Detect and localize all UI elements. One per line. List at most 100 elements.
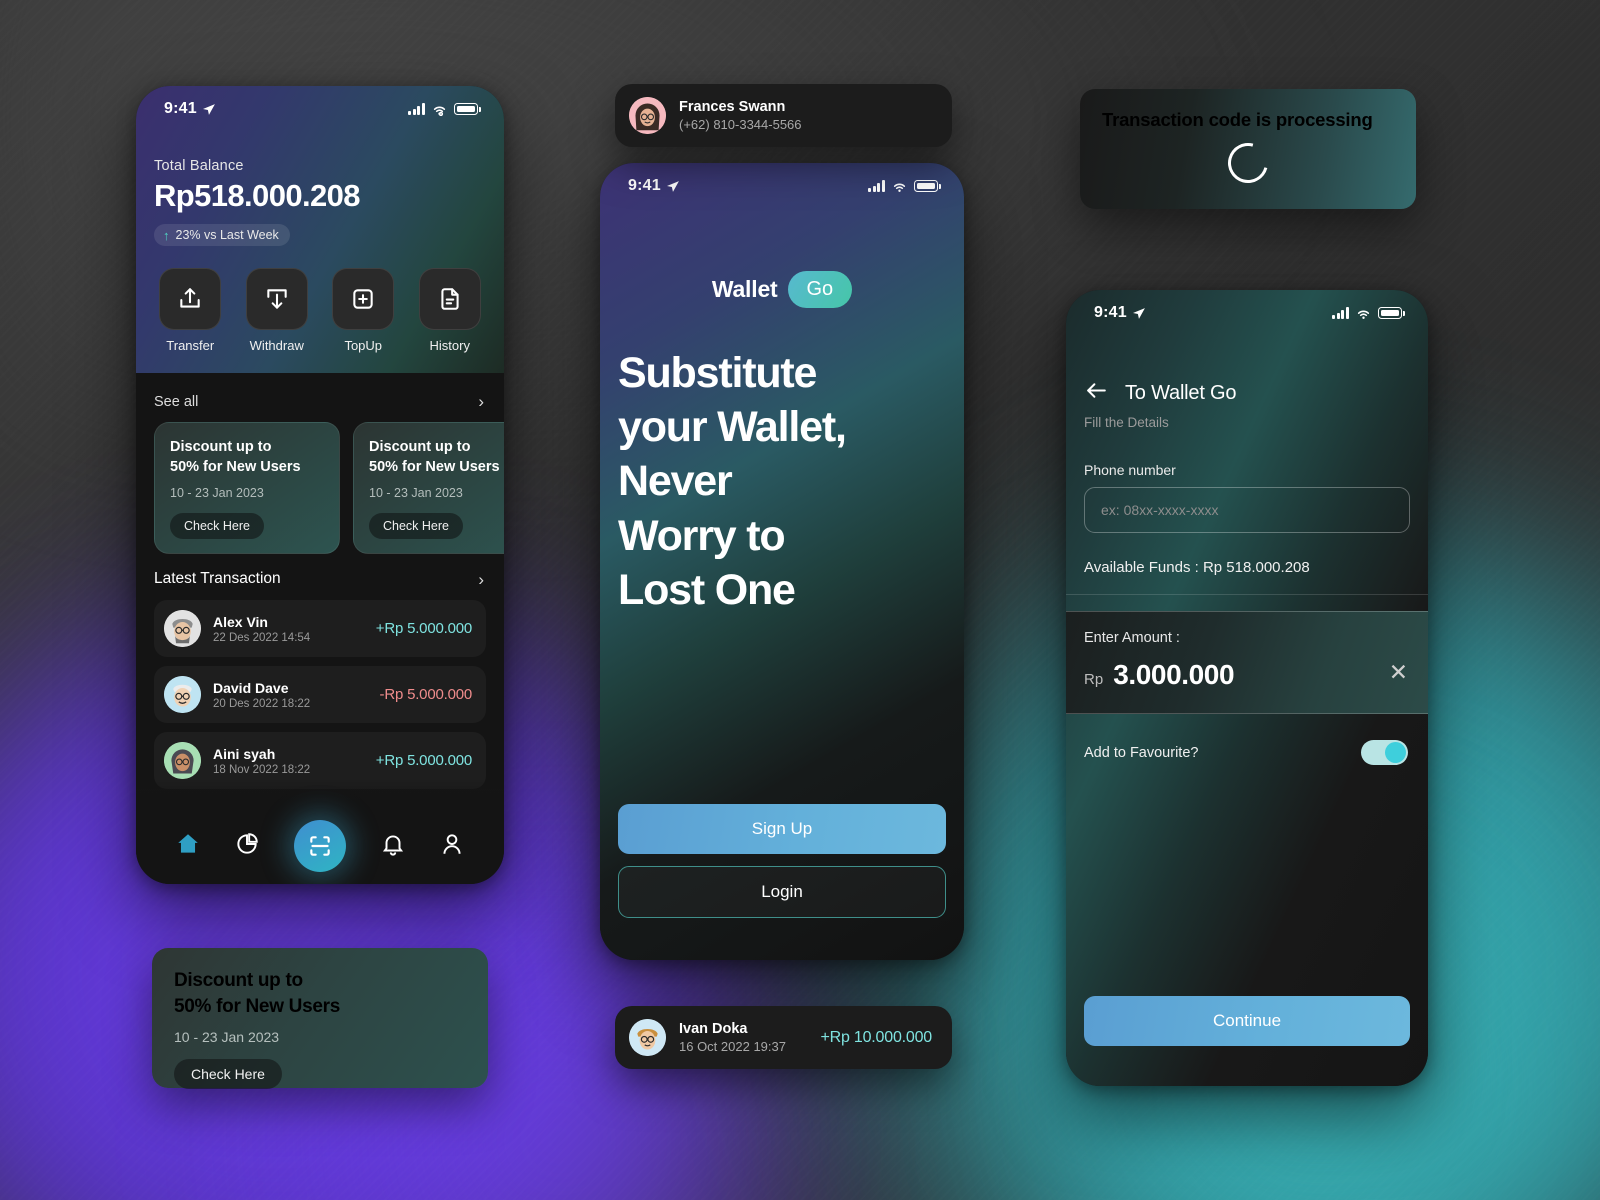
balance-trend-badge: ↑ 23% vs Last Week (154, 224, 290, 246)
tab-scan[interactable] (293, 820, 346, 872)
status-bar: 9:41 (600, 163, 964, 209)
balance-amount: Rp518.000.208 (154, 178, 361, 213)
quick-actions: Transfer Withdraw TopUp History (136, 246, 504, 353)
quick-action-label: Withdraw (249, 338, 304, 353)
contact-phone: (+62) 810-3344-5566 (679, 117, 802, 132)
location-arrow-icon (1132, 307, 1145, 319)
transaction-amount: +Rp 5.000.000 (375, 752, 472, 770)
amount-caption: Enter Amount : (1084, 630, 1180, 646)
quick-action-label: TopUp (344, 338, 383, 353)
phone-onboarding-screen: 9:41 Wallet Go Substitute your Wallet, N… (600, 163, 964, 960)
status-time: 9:41 (164, 100, 197, 117)
phone-transfer-screen: 9:41 To Wallet Go Fill the Details Phone… (1066, 290, 1428, 1086)
promo-cta-button[interactable]: Check Here (170, 513, 264, 540)
divider (1066, 594, 1428, 595)
back-button[interactable] (1084, 378, 1109, 408)
promo-cta-button[interactable]: Check Here (174, 1059, 282, 1090)
battery-icon (1378, 307, 1405, 319)
amount-value[interactable]: 3.000.000 (1113, 659, 1234, 691)
status-time: 9:41 (628, 177, 661, 194)
quick-action-withdraw[interactable]: Withdraw (241, 268, 314, 353)
transaction-name: Aini syah (213, 745, 276, 762)
amount-input-card[interactable]: Enter Amount : Rp 3.000.000 ✕ (1066, 611, 1428, 714)
quick-action-label: History (429, 338, 470, 353)
wifi-icon (433, 106, 446, 116)
home-content: See all › Discount up to 50% for New Use… (136, 373, 504, 790)
chevron-right-icon[interactable]: › (478, 393, 484, 410)
avatar (629, 97, 666, 134)
contact-name: Frances Swann (679, 99, 786, 115)
promo-carousel[interactable]: Discount up to 50% for New Users 10 - 23… (136, 422, 504, 555)
transaction-date: 22 Des 2022 14:54 (213, 631, 311, 644)
tab-profile[interactable] (439, 831, 465, 862)
trend-text: 23% vs Last Week (175, 228, 279, 242)
promo-date: 10 - 23 Jan 2023 (170, 486, 264, 501)
promo-card-standalone[interactable]: Discount up to 50% for New Users 10 - 23… (152, 948, 488, 1090)
table-row[interactable]: David Dave 20 Des 2022 18:22 -Rp 5.000.0… (154, 666, 486, 724)
promo-card[interactable]: Discount up to 50% for New Users 10 - 23… (353, 422, 504, 555)
download-icon (245, 268, 308, 330)
page-title: To Wallet Go (1125, 381, 1237, 404)
amount-currency: Rp (1084, 671, 1104, 688)
signup-button[interactable]: Sign Up (618, 804, 946, 854)
promo-title-line1: Discount up to (174, 970, 303, 991)
page-title: Substitute your Wallet, Never Worry to L… (618, 346, 964, 617)
location-arrow-icon (202, 103, 215, 115)
avatar (629, 1019, 666, 1056)
avatar (164, 676, 201, 714)
home-header: 9:41 Total Balance Rp518.000.208 ↑ 23% v… (136, 86, 504, 373)
bottom-navigation (136, 808, 504, 884)
tab-home[interactable] (175, 831, 201, 862)
chevron-right-icon[interactable]: › (478, 571, 484, 588)
transaction-amount: +Rp 10.000.000 (820, 1028, 932, 1046)
headline-line: Never (618, 457, 733, 506)
transaction-notification-card[interactable]: Ivan Doka 16 Oct 2022 19:37 +Rp 10.000.0… (615, 1006, 952, 1069)
quick-action-label: Transfer (166, 338, 215, 353)
quick-action-transfer[interactable]: Transfer (154, 268, 227, 353)
close-icon[interactable]: ✕ (1389, 660, 1408, 684)
tab-statistics[interactable] (234, 831, 260, 862)
onboarding-actions: Sign Up Login (600, 804, 964, 960)
favourite-toggle[interactable] (1361, 740, 1408, 765)
toast-title: Transaction code is processing (1102, 109, 1373, 130)
promo-card[interactable]: Discount up to 50% for New Users 10 - 23… (154, 422, 340, 555)
contact-notification-card[interactable]: Frances Swann (+62) 810-3344-5566 (615, 84, 952, 147)
phone-input[interactable]: ex: 08xx-xxxx-xxxx (1084, 487, 1410, 533)
table-row[interactable]: Alex Vin 22 Des 2022 14:54 +Rp 5.000.000 (154, 600, 486, 658)
transaction-amount: +Rp 5.000.000 (375, 620, 472, 638)
tab-notifications[interactable] (380, 831, 406, 862)
see-all-row[interactable]: See all › (136, 373, 504, 422)
transfer-actions: Continue (1066, 996, 1428, 1086)
avatar (164, 610, 201, 648)
promo-date: 10 - 23 Jan 2023 (174, 1029, 280, 1046)
loading-spinner-icon (1220, 135, 1276, 191)
headline-line: Substitute (618, 349, 817, 397)
login-button[interactable]: Login (618, 866, 946, 918)
transaction-date: 16 Oct 2022 19:37 (679, 1039, 786, 1054)
latest-transaction-title: Latest Transaction (154, 570, 281, 588)
quick-action-topup[interactable]: TopUp (327, 268, 400, 353)
brand-word: Wallet (711, 276, 778, 302)
transaction-amount: -Rp 5.000.000 (379, 686, 473, 704)
brand-badge: Go (787, 271, 853, 308)
table-row[interactable]: Aini syah 18 Nov 2022 18:22 +Rp 5.000.00… (154, 732, 486, 790)
available-funds: Available Funds : Rp 518.000.208 (1084, 559, 1310, 576)
continue-button[interactable]: Continue (1084, 996, 1410, 1046)
promo-title-line2: 50% for New Users (369, 458, 500, 475)
page-subtitle: Fill the Details (1084, 415, 1169, 430)
promo-title-line2: 50% for New Users (174, 995, 340, 1017)
headline-line: Worry to (618, 511, 786, 560)
upload-icon (159, 268, 222, 330)
trend-up-icon: ↑ (163, 227, 170, 243)
transaction-name: Alex Vin (213, 613, 268, 630)
promo-cta-button[interactable]: Check Here (369, 513, 463, 540)
signal-bars-icon (1332, 307, 1349, 319)
latest-transaction-row[interactable]: Latest Transaction › (136, 554, 504, 600)
wifi-icon (893, 183, 906, 192)
battery-icon (454, 103, 481, 115)
quick-action-history[interactable]: History (414, 268, 487, 353)
signal-bars-icon (868, 180, 885, 192)
battery-icon (914, 180, 941, 192)
transaction-name: Ivan Doka (679, 1021, 748, 1037)
promo-date: 10 - 23 Jan 2023 (369, 486, 463, 501)
